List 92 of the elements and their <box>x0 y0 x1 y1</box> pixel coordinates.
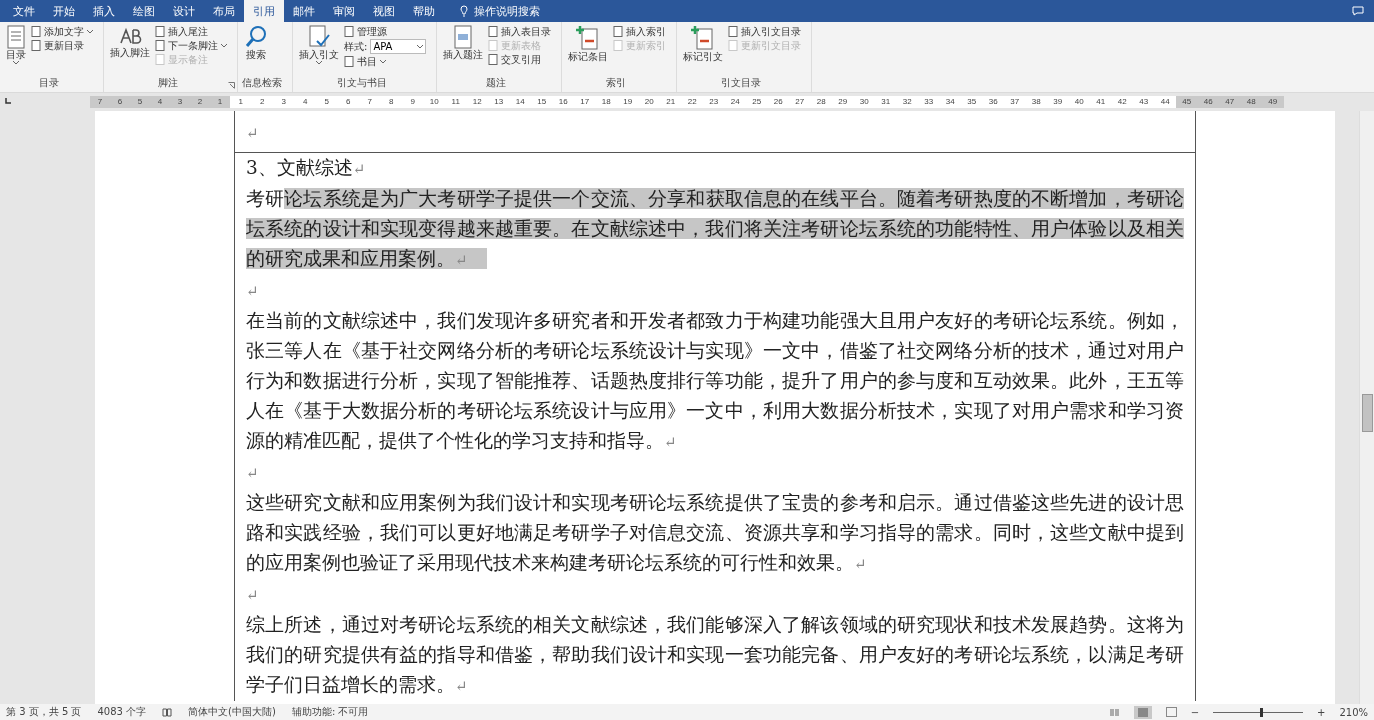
document-icon <box>155 40 165 51</box>
ribbon-button[interactable]: 插入索引 <box>613 25 667 38</box>
horizontal-ruler[interactable]: 1 2 3 4 5 6 7 8 9 10 11 12 13 14 15 16 17 18 19 20 21 22 23 24 25 26 27 28 29 30 31 32 33 34 35 36 37 38 39 40 41 42 43 44 <box>230 96 1176 108</box>
ribbon-tab[interactable]: 布局 <box>204 0 244 22</box>
ribbon-button[interactable]: 插入题注 <box>441 24 486 76</box>
ribbon-button[interactable]: 插入引文目录 <box>728 25 802 38</box>
body-paragraph: 这些研究文献和应用案例为我们设计和实现考研论坛系统提供了宝贵的参考和启示。通过借鉴这些先进的设计思路和实践经验，我们可以更好地满足考研学子对信息交流、资源共享和学习指导的需求。同时，这些文献中提到的应用案例也验证了采用现代技术来构建考研论坛系统的可行性和效果。↵ <box>246 491 1184 575</box>
comment-icon[interactable] <box>1352 6 1364 16</box>
group-label: 脚注 <box>156 76 179 90</box>
ribbon-button[interactable]: 搜索 <box>242 24 270 76</box>
ribbon-button[interactable]: 目录 <box>4 24 28 76</box>
style-label: 样式: <box>344 39 368 54</box>
caret-icon <box>221 43 227 48</box>
ribbon-button[interactable]: 插入引文 <box>297 24 341 76</box>
vertical-scrollbar[interactable] <box>1359 111 1374 704</box>
zoom-level[interactable]: 210% <box>1339 706 1368 718</box>
ribbon-tab[interactable]: 开始 <box>44 0 84 22</box>
style-dropdown[interactable]: APA <box>370 39 427 54</box>
caret-icon <box>87 29 93 34</box>
group-label: 题注 <box>485 76 508 90</box>
caption-icon <box>453 25 474 49</box>
paragraph-mark: ↵ <box>246 123 260 144</box>
document-icon <box>155 26 165 37</box>
group-label: 引文目录 <box>720 76 763 90</box>
body-paragraph: 在当前的文献综述中，我们发现许多研究者和开发者都致力于构建功能强大且用户友好的考研论坛系统。例如，张三等人在《基于社交网络分析的考研论坛系统设计与实现》一文中，借鉴了社交网络分析的技术，通过对用户行为和数据进行分析，实现了智能推荐、话题热度排行等功能，提升了用户的参与度和互动效果。此外，王五等人在《基于大数据分析的考研论坛系统设计与应用》一文中，利用大数据分析技术，实现了对用户需求和学习资源的精准匹配，提供了个性化的学习支持和指导。↵ <box>246 309 1184 453</box>
document-icon <box>344 26 354 37</box>
page-count[interactable]: 第 3 页，共 5 页 <box>6 705 82 719</box>
ribbon-tab[interactable]: 邮件 <box>284 0 324 22</box>
ribbon-button[interactable]: 管理源 <box>344 25 427 38</box>
word-count[interactable]: 4083 个字 <box>97 705 147 719</box>
group-label: 引文与书目 <box>335 76 388 90</box>
search-icon <box>244 25 268 49</box>
ribbon-tab[interactable]: 插入 <box>84 0 124 22</box>
ribbon-tab[interactable]: 视图 <box>364 0 404 22</box>
caret-icon <box>316 61 322 65</box>
document-icon <box>613 26 624 37</box>
ribbon-button[interactable]: 标记条目 <box>566 24 611 76</box>
group-label: 索引 <box>605 76 628 90</box>
dialog-launcher-icon[interactable] <box>228 82 235 89</box>
language-status[interactable]: 简体中文(中国大陆) <box>188 705 276 719</box>
document-icon <box>31 40 41 51</box>
zoom-out-button[interactable]: − <box>1190 706 1199 718</box>
document-icon <box>488 26 499 37</box>
print-layout-icon[interactable] <box>1133 705 1152 719</box>
tab-stop-icon[interactable] <box>4 97 12 105</box>
ribbon-button[interactable]: 下一条脚注 <box>155 39 227 52</box>
document-icon <box>613 40 624 51</box>
citation-icon <box>307 25 331 49</box>
ruler-margin[interactable]: 7 6 5 4 3 2 1 <box>90 96 230 108</box>
caret-icon <box>380 59 386 64</box>
document-icon <box>344 56 354 67</box>
paragraph-mark: ↵ <box>246 585 260 606</box>
group-label: 目录 <box>37 76 60 90</box>
ribbon-button[interactable]: 添加文字 <box>31 25 93 38</box>
document-icon <box>488 54 499 65</box>
document-icon <box>488 40 499 51</box>
tell-me-search[interactable]: 操作说明搜索 <box>454 0 546 22</box>
ribbon-tab[interactable]: 引用 <box>244 0 284 22</box>
document-icon <box>155 54 165 65</box>
document-icon <box>728 26 739 37</box>
ribbon-tab[interactable]: 审阅 <box>324 0 364 22</box>
selected-paragraph: 考研论坛系统是为广大考研学子提供一个交流、分享和获取信息的在线平台。随着考研热度的不断增加，考研论坛系统的设计和实现变得越来越重要。在文献综述中，我们将关注考研论坛系统的功能特性、用户体验以及相关的研究成果和应用案例。↵ <box>246 187 1184 271</box>
read-mode-icon[interactable] <box>1108 707 1120 717</box>
accessibility-status[interactable]: 辅助功能: 不可用 <box>291 705 369 719</box>
document-icon <box>6 25 26 49</box>
paragraph-mark: ↵ <box>246 281 260 302</box>
ribbon-button[interactable]: 标记引文 <box>681 24 726 76</box>
document-icon <box>31 26 41 37</box>
caret-icon <box>13 61 19 65</box>
book-icon[interactable] <box>162 707 173 717</box>
ribbon-button[interactable]: 插入表目录 <box>488 25 552 38</box>
ruler-margin[interactable]: 45 46 47 48 49 <box>1176 96 1284 108</box>
ribbon-tab[interactable]: 文件 <box>4 0 44 22</box>
mark-entry-icon <box>576 25 601 51</box>
ribbon-tab[interactable]: 帮助 <box>404 0 444 22</box>
section-heading: 3、文献综述↵ <box>246 156 367 180</box>
document-icon <box>728 40 739 51</box>
lightbulb-icon <box>460 5 468 17</box>
ribbon-tab[interactable]: 设计 <box>164 0 204 22</box>
ribbon-button[interactable]: 更新目录 <box>31 39 93 52</box>
ribbon-button[interactable]: 交叉引用 <box>488 53 552 66</box>
paragraph-mark: ↵ <box>246 463 260 484</box>
zoom-in-button[interactable]: + <box>1317 706 1326 718</box>
caret-icon <box>417 44 424 49</box>
ribbon-tab[interactable]: 绘图 <box>124 0 164 22</box>
web-layout-icon[interactable] <box>1165 707 1177 717</box>
ribbon-button[interactable]: 插入尾注 <box>155 25 227 38</box>
ribbon-button[interactable]: 插入脚注 <box>108 24 152 76</box>
ribbon-button[interactable]: 书目 <box>344 55 427 68</box>
body-paragraph: 综上所述，通过对考研论坛系统的相关文献综述，我们能够深入了解该领域的研究现状和技术发展趋势。这将为我们的研究提供有益的指导和借鉴，帮助我们设计和实现一套功能完备、用户友好的考研论坛系统，以满足考研学子们日益增长的需求。↵ <box>246 613 1184 697</box>
mark-entry-icon <box>691 25 716 51</box>
group-label: 信息检索 <box>242 76 282 90</box>
